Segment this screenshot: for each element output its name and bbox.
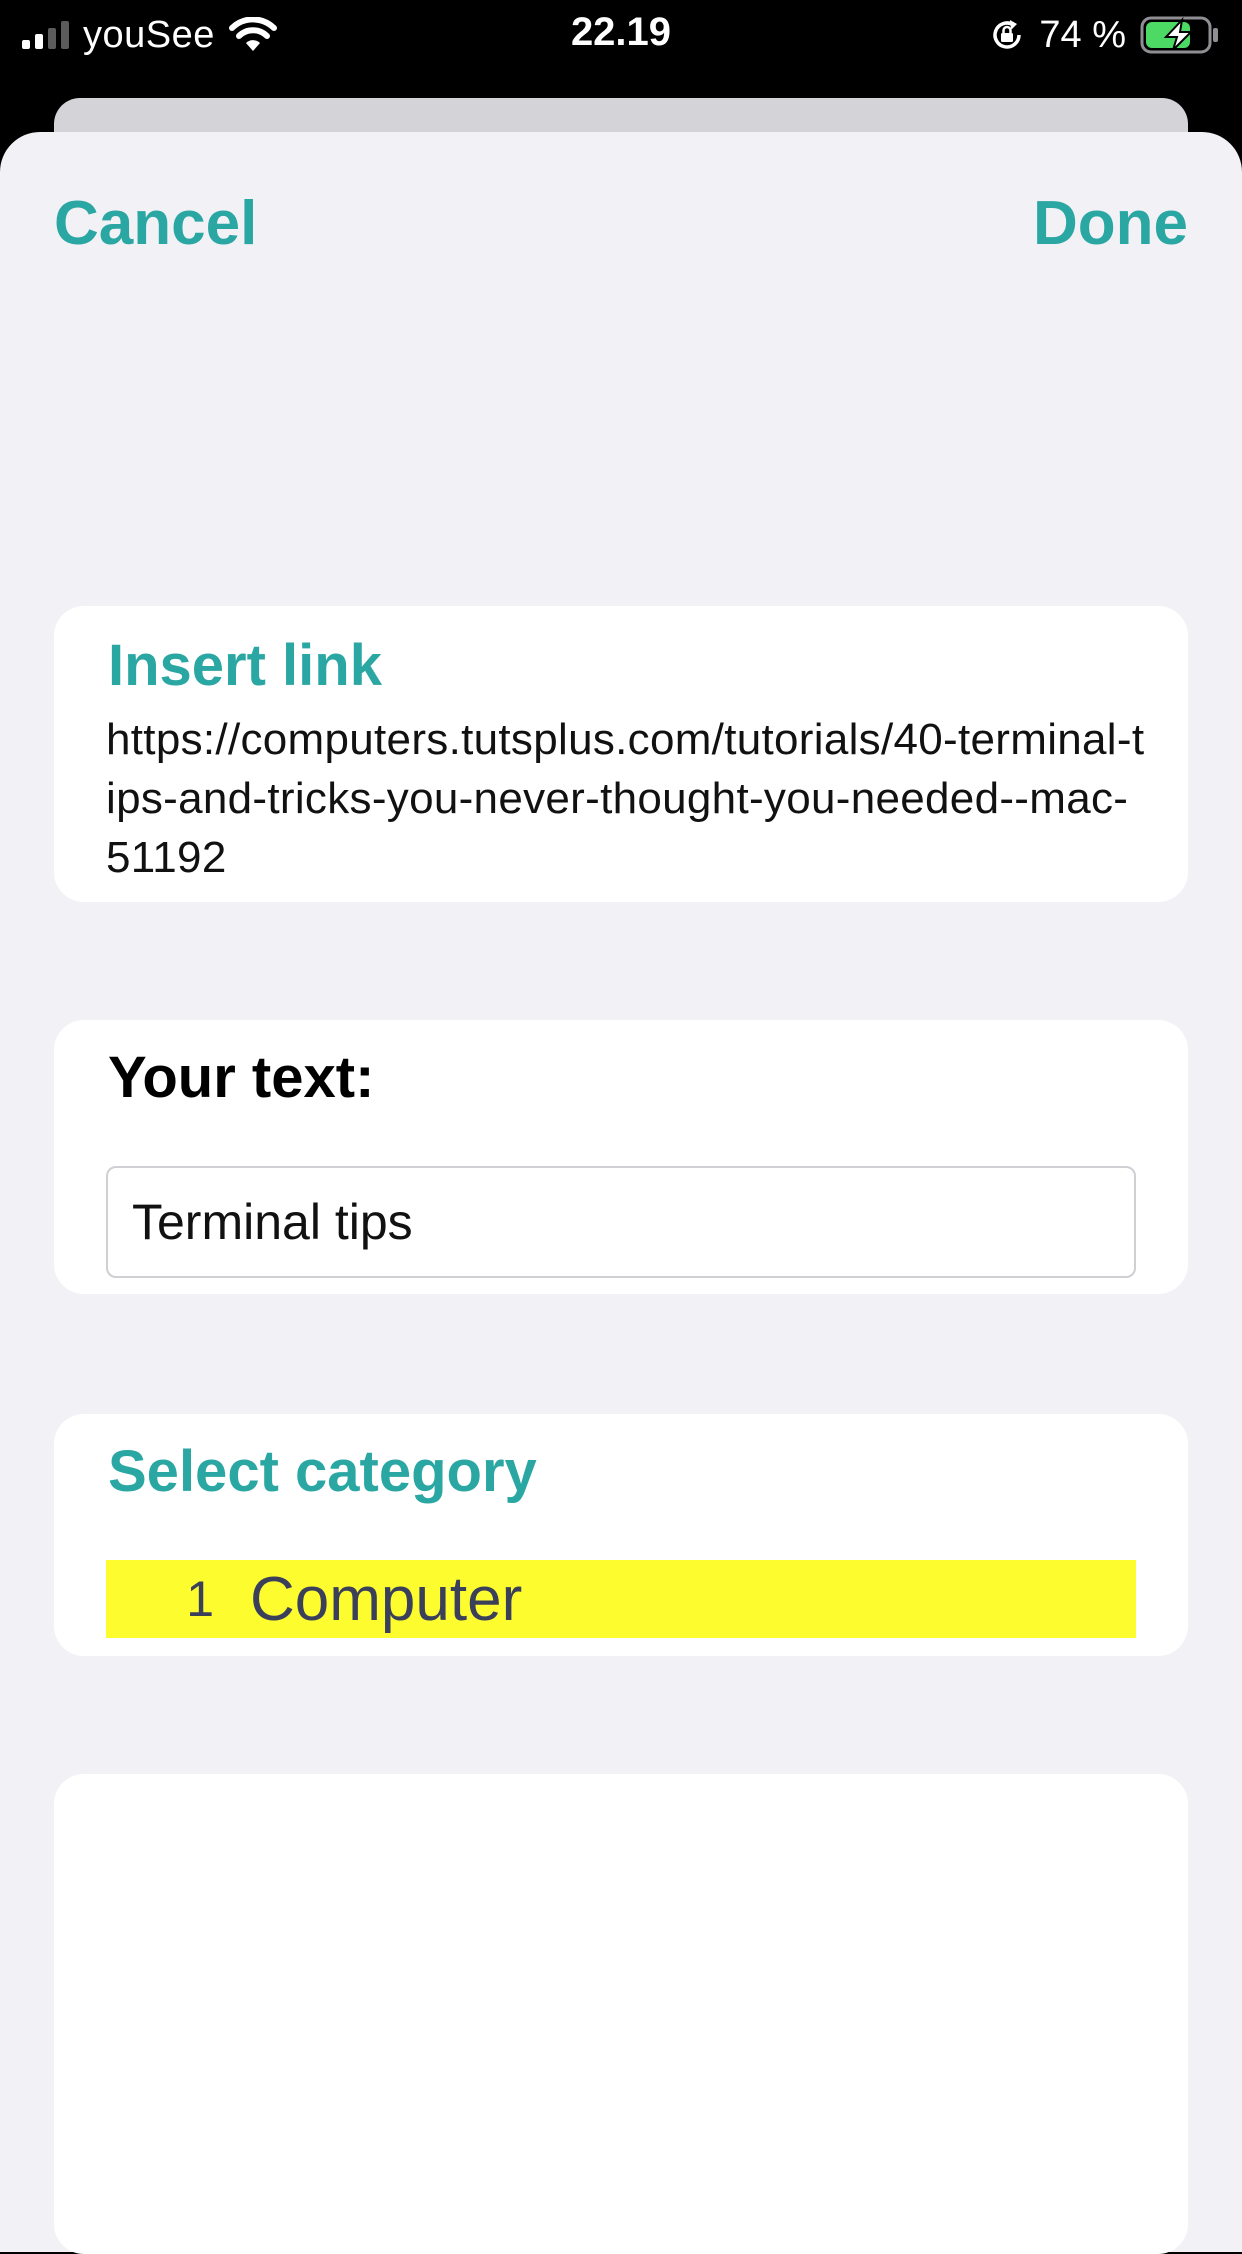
battery-percentage: 74 % [1039,13,1126,56]
insert-link-card: Insert link https://computers.tutsplus.c… [54,606,1188,902]
link-url: https://computers.tutsplus.com/tutorials… [106,715,1145,882]
select-category-title: Select category [108,1439,537,1504]
select-category-card: Select category 1 Computer [54,1414,1188,1656]
your-text-label: Your text: [108,1045,375,1110]
status-right: 74 % [989,12,1220,58]
cancel-button[interactable]: Cancel [54,188,257,259]
empty-card [54,1774,1188,2254]
category-item-computer[interactable]: 1 Computer [106,1560,1136,1638]
done-button[interactable]: Done [1033,188,1188,259]
your-text-card: Your text: [54,1020,1188,1294]
insert-link-title: Insert link [108,633,382,698]
category-name: Computer [250,1564,523,1634]
rotation-lock-icon [993,20,1022,49]
link-text-input[interactable] [106,1166,1136,1278]
category-number: 1 [186,1571,214,1627]
battery-charging-icon [1140,16,1218,54]
status-bar: youSee 22.19 74 % [0,0,1242,100]
